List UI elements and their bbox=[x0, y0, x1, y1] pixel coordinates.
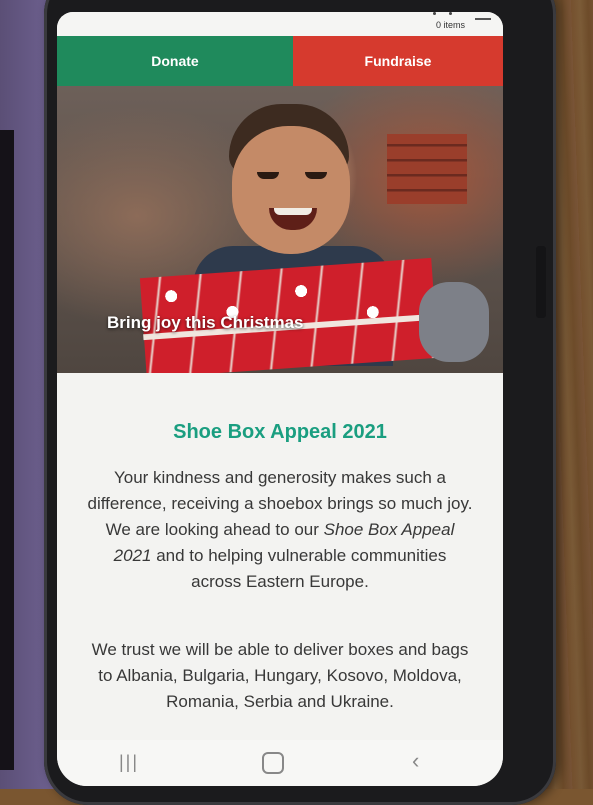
home-icon[interactable] bbox=[262, 752, 284, 774]
hero-hand bbox=[419, 282, 489, 362]
paragraph-1-text-b: and to helping vulnerable communities ac… bbox=[151, 546, 447, 591]
site-header: 0 items bbox=[57, 12, 503, 36]
hero-image: Bring joy this Christmas bbox=[57, 86, 503, 373]
hero-caption: Bring joy this Christmas bbox=[107, 313, 304, 332]
back-icon[interactable]: ‹ bbox=[412, 748, 419, 774]
phone-screen: 0 items Donate Fundraise Bring joy this … bbox=[57, 12, 503, 786]
appeal-paragraph-2: We trust we will be able to deliver boxe… bbox=[91, 640, 469, 711]
hero-child-eye bbox=[305, 172, 327, 179]
appeal-title: Shoe Box Appeal 2021 bbox=[173, 421, 387, 443]
menu-icon[interactable] bbox=[475, 18, 491, 20]
hero-child-face bbox=[232, 126, 350, 254]
system-nav-bar: ||| ‹ bbox=[57, 740, 503, 786]
hero-child-teeth bbox=[274, 208, 312, 215]
appeal-paragraph-1: Your kindness and generosity makes such … bbox=[87, 465, 473, 595]
phone-side-button bbox=[536, 246, 546, 318]
hero-child-eye bbox=[257, 172, 279, 179]
case-inner-edge bbox=[0, 130, 14, 770]
cart-count[interactable]: 0 items bbox=[436, 20, 465, 30]
cart-icon[interactable] bbox=[429, 12, 459, 18]
hero-bricks bbox=[387, 134, 467, 204]
donate-button[interactable]: Donate bbox=[57, 36, 293, 86]
fundraise-button[interactable]: Fundraise bbox=[293, 36, 503, 86]
appeal-content: Shoe Box Appeal 2021 Your kindness and g… bbox=[57, 373, 503, 753]
recent-apps-icon[interactable]: ||| bbox=[119, 752, 139, 773]
